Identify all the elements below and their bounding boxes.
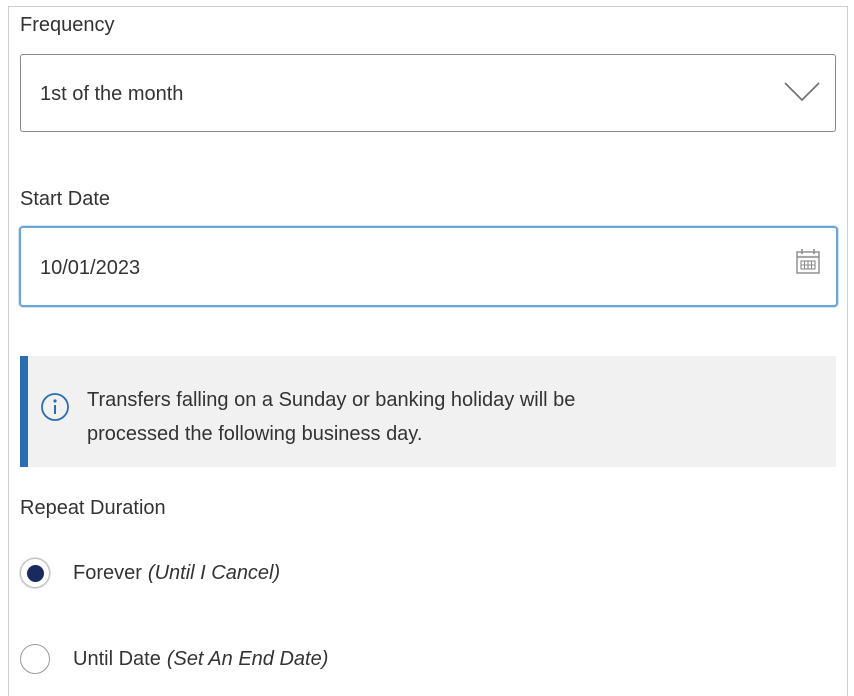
repeat-option-until-date[interactable]: Until Date (Set An End Date) [20, 644, 328, 674]
repeat-option-forever[interactable]: Forever (Until I Cancel) [20, 558, 280, 588]
start-date-value: 10/01/2023 [40, 257, 141, 279]
frequency-selected-value: 1st of the month [40, 83, 184, 105]
forever-option-text[interactable]: Forever (Until I Cancel) [73, 562, 280, 585]
forever-option-label: Forever [73, 561, 142, 584]
forever-option-hint: (Until I Cancel) [147, 561, 281, 584]
info-message-line-1: Transfers falling on a Sunday or banking… [87, 389, 576, 411]
chevron-down-icon [784, 82, 820, 102]
info-icon [41, 393, 69, 421]
info-message: Transfers falling on a Sunday or banking… [87, 383, 727, 451]
start-date-label: Start Date [20, 188, 111, 210]
until-date-option-text[interactable]: Until Date (Set An End Date) [73, 648, 328, 671]
info-message-line-2: processed the following business day. [87, 423, 423, 445]
holiday-info-notice: Transfers falling on a Sunday or banking… [20, 356, 836, 467]
frequency-label: Frequency [20, 14, 115, 36]
start-date-input[interactable]: 10/01/2023 [19, 226, 838, 307]
until-date-option-label: Until Date [73, 647, 161, 670]
until-date-option-hint: (Set An End Date) [166, 647, 329, 670]
repeat-duration-label: Repeat Duration [20, 497, 166, 519]
calendar-icon[interactable] [796, 248, 820, 274]
forever-radio[interactable] [20, 558, 50, 588]
frequency-select[interactable]: 1st of the month [20, 54, 836, 132]
until-date-radio[interactable] [20, 644, 50, 674]
